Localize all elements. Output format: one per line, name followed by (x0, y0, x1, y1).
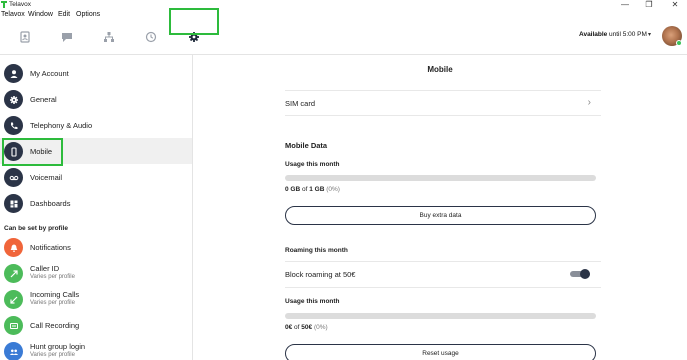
data-pct: (0%) (326, 186, 340, 193)
sidebar-item-label: Notifications (30, 243, 71, 252)
divider (285, 261, 601, 262)
sidebar-item-caller-id[interactable]: Caller ID Varies per profile (0, 260, 192, 286)
status-until[interactable]: until 5:00 PM (609, 31, 647, 38)
telavox-logo-icon (1, 1, 7, 8)
roaming-usage-heading: Usage this month (285, 298, 340, 305)
roaming-usage-text: 0€ of 50€ (0%) (285, 324, 328, 331)
bell-icon (4, 238, 23, 257)
menu-options[interactable]: Options (76, 10, 100, 20)
sidebar-item-telephony[interactable]: Telephony & Audio (0, 112, 192, 138)
group-icon (4, 342, 23, 360)
toggle-knob (580, 269, 590, 279)
sidebar-item-my-account[interactable]: My Account (0, 60, 192, 86)
sidebar-item-label: General (30, 95, 57, 104)
data-used: 0 GB (285, 186, 301, 193)
sidebar: My Account General Telephony & Audio Mob… (0, 55, 193, 360)
sidebar-item-label: My Account (30, 69, 69, 78)
voicemail-icon (4, 168, 23, 187)
sidebar-item-notifications[interactable]: Notifications (0, 234, 192, 260)
restore-button[interactable]: ❐ (641, 0, 657, 10)
sidebar-item-sub: Varies per profile (30, 352, 75, 358)
chat-icon[interactable] (60, 30, 74, 44)
title-bar: Telavox — ❐ ✕ (0, 0, 687, 10)
sidebar-item-label: Hunt group login (30, 342, 86, 351)
sidebar-item-dashboards[interactable]: Dashboards (0, 190, 192, 216)
phone-icon (4, 116, 23, 135)
data-total: 1 GB (309, 186, 325, 193)
sidebar-item-call-recording[interactable]: Call Recording (0, 312, 192, 338)
menu-bar: Telavox Window Edit Options (0, 10, 687, 20)
sidebar-item-label: Call Recording (30, 321, 80, 330)
block-roaming-toggle[interactable] (570, 269, 590, 279)
sidebar-item-label: Telephony & Audio (30, 121, 93, 130)
menu-window[interactable]: Window (28, 10, 53, 20)
roam-used: 0€ (285, 324, 293, 331)
close-button[interactable]: ✕ (667, 0, 683, 10)
chevron-right-icon: › (587, 97, 591, 108)
roam-pct: (0%) (313, 324, 328, 331)
recording-icon (4, 316, 23, 335)
mobile-item-highlight (2, 138, 63, 166)
sim-card-row[interactable]: SIM card › (285, 90, 601, 116)
sidebar-item-general[interactable]: General (0, 86, 192, 112)
chevron-down-icon[interactable]: ▾ (648, 31, 651, 38)
sidebar-item-label: Caller ID (30, 264, 60, 273)
contacts-icon[interactable] (18, 30, 32, 44)
settings-tab-highlight (169, 8, 219, 35)
roaming-usage-bar (285, 313, 596, 319)
sidebar-item-sub: Varies per profile (30, 300, 75, 306)
gear-icon (4, 90, 23, 109)
usage-heading: Usage this month (285, 161, 340, 168)
menu-edit[interactable]: Edit (58, 10, 70, 20)
mobile-data-heading: Mobile Data (285, 141, 328, 150)
sidebar-item-label: Dashboards (30, 199, 71, 208)
sidebar-item-label: Incoming Calls (30, 290, 80, 299)
sidebar-item-label: Voicemail (30, 173, 63, 182)
dashboard-icon (4, 194, 23, 213)
sim-card-label: SIM card (285, 99, 316, 108)
main-panel: Mobile SIM card › Mobile Data Usage this… (193, 55, 687, 360)
sidebar-item-sub: Varies per profile (30, 274, 75, 280)
status-label[interactable]: Available (579, 31, 607, 38)
reset-usage-button[interactable]: Reset usage (285, 344, 596, 360)
arrow-out-icon (4, 264, 23, 283)
window-title: Telavox (9, 1, 32, 8)
sidebar-item-hunt-group[interactable]: Hunt group login Varies per profile (0, 338, 192, 360)
presence-dot (676, 40, 682, 46)
sidebar-item-incoming-calls[interactable]: Incoming Calls Varies per profile (0, 286, 192, 312)
roam-total: 50€ (301, 324, 313, 331)
user-icon (4, 64, 23, 83)
arrow-in-icon (4, 290, 23, 309)
history-icon[interactable] (144, 30, 158, 44)
block-roaming-label: Block roaming at 50€ (285, 270, 356, 279)
data-usage-bar (285, 175, 596, 181)
roaming-heading: Roaming this month (285, 247, 348, 254)
minimize-button[interactable]: — (617, 0, 633, 10)
buy-extra-data-button[interactable]: Buy extra data (285, 206, 596, 225)
profile-section-title: Can be set by profile (4, 225, 68, 232)
sidebar-item-voicemail[interactable]: Voicemail (0, 164, 192, 190)
data-of: of (301, 186, 308, 193)
menu-telavox[interactable]: Telavox (1, 10, 25, 20)
roam-of: of (294, 324, 300, 331)
page-title: Mobile (427, 65, 453, 74)
data-usage-text: 0 GB of 1 GB (0%) (285, 186, 340, 193)
divider (285, 287, 601, 288)
org-chart-icon[interactable] (102, 30, 116, 44)
